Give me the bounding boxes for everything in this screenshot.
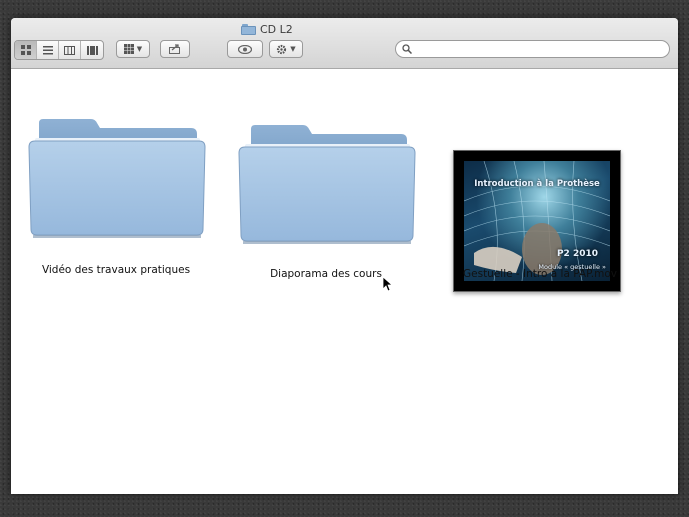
column-view-button[interactable]: [59, 41, 81, 59]
toolbar: CD L2 ▼ ▼: [11, 18, 678, 69]
folder-label: Diaporama des cours: [270, 268, 382, 280]
cover-flow-view-button[interactable]: [81, 41, 103, 59]
view-mode-segmented-control: [14, 40, 104, 60]
cover-flow-icon: [86, 45, 98, 55]
eye-icon: [238, 44, 252, 54]
share-button[interactable]: [160, 40, 190, 58]
arrange-button[interactable]: ▼: [116, 40, 150, 58]
mouse-cursor-icon: [382, 276, 394, 292]
folder-icon: [241, 23, 256, 35]
action-button[interactable]: ▼: [269, 40, 303, 58]
file-browser-content: Vidéo des travaux pratiques Diaporama de…: [11, 69, 678, 494]
movie-label: Gestuelle - Intro à la PAP.mov: [463, 268, 617, 280]
folder-icon: [238, 125, 416, 244]
list-view-button[interactable]: [37, 41, 59, 59]
chevron-down-icon: ▼: [290, 45, 296, 53]
movie-subtitle-text: P2 2010: [556, 249, 598, 259]
gear-icon: [277, 44, 287, 54]
search-field[interactable]: [395, 40, 670, 58]
columns-icon: [64, 45, 75, 55]
search-icon: [402, 44, 412, 54]
quick-look-button[interactable]: [227, 40, 263, 58]
search-input[interactable]: [416, 42, 665, 57]
window-title-text: CD L2: [260, 22, 293, 36]
folder-item-video[interactable]: [27, 101, 207, 251]
share-icon: [169, 44, 180, 54]
movie-title-text: Introduction à la Prothèse: [474, 179, 600, 189]
window-title: CD L2: [241, 21, 293, 37]
grid-icon: [20, 45, 31, 55]
finder-window: CD L2 ▼ ▼ Vidéo des travaux pratiques Di…: [11, 18, 678, 494]
folder-icon: [28, 119, 206, 238]
chevron-down-icon: ▼: [136, 45, 143, 53]
arrange-grid-icon: [123, 44, 134, 54]
folder-label: Vidéo des travaux pratiques: [41, 264, 191, 276]
movie-preview-image: Introduction à la Prothèse P2 2010 Modul…: [464, 161, 610, 281]
folder-item-diaporama[interactable]: [237, 101, 417, 256]
list-icon: [42, 45, 53, 54]
icon-view-button[interactable]: [15, 41, 37, 59]
